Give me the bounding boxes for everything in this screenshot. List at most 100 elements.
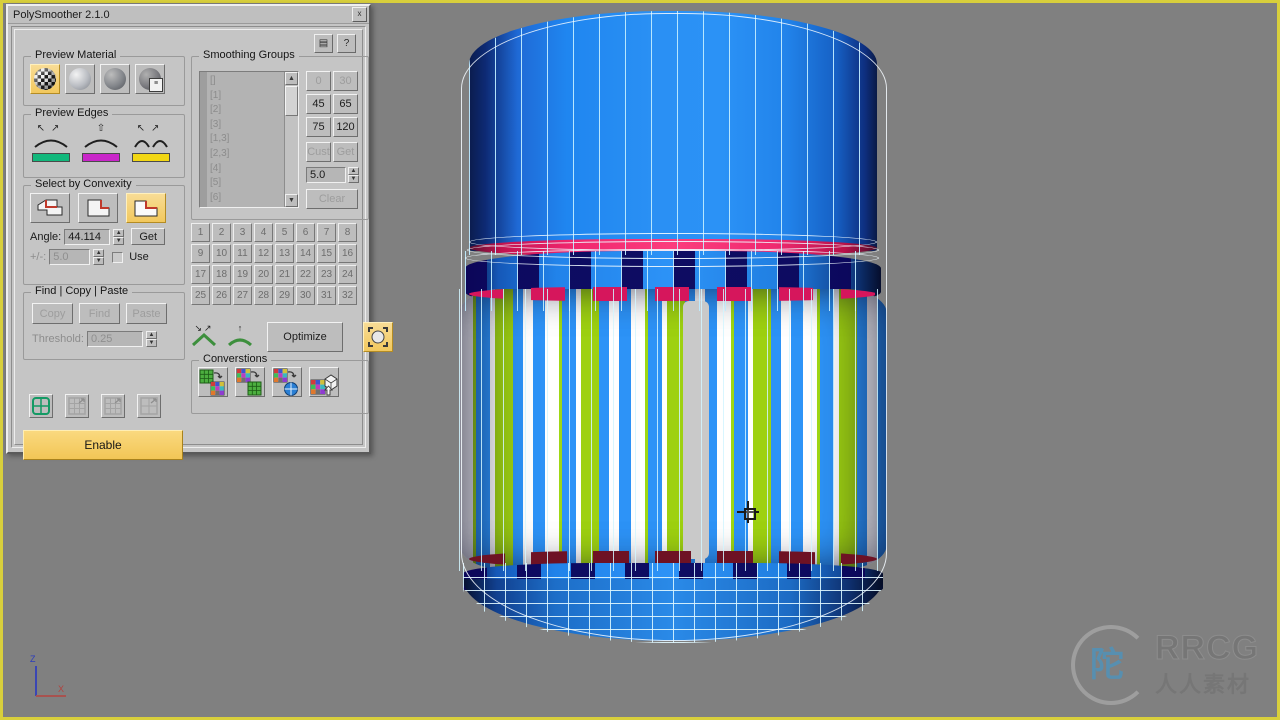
convert-material-to-object-button[interactable] xyxy=(309,367,339,397)
tolerance-input[interactable]: 5.0 xyxy=(49,249,91,265)
sg-cell[interactable]: 19 xyxy=(233,265,252,284)
convert-material-to-map-button[interactable] xyxy=(272,367,302,397)
sg-cell[interactable]: 31 xyxy=(317,286,336,305)
sg-cell[interactable]: 10 xyxy=(212,244,231,263)
preview-edge-concave[interactable]: ↖↗ xyxy=(132,123,170,162)
preset-45-button[interactable]: 45 xyxy=(306,94,331,114)
preview-edge-flat[interactable]: ⇧ xyxy=(82,123,120,162)
sg-get-button[interactable]: Get xyxy=(333,142,358,162)
sg-cell[interactable]: 9 xyxy=(191,244,210,263)
angle-preset-panel: 0 30 45 65 75 120 Cust Get 5.0 ▲ ▼ Clear xyxy=(306,71,359,209)
sg-cell[interactable]: 1 xyxy=(191,223,210,242)
sg-cell[interactable]: 22 xyxy=(296,265,315,284)
flat-color-swatch[interactable] xyxy=(82,153,120,162)
mode-elements-button[interactable] xyxy=(65,394,89,418)
both-corner-icon xyxy=(134,200,158,217)
sg-cell[interactable]: 25 xyxy=(191,286,210,305)
use-checkbox[interactable] xyxy=(112,251,124,263)
dialog-titlebar[interactable]: PolySmoother 2.1.0 x xyxy=(8,6,369,24)
angle-input[interactable]: 44.114 xyxy=(64,228,111,245)
list-scrollbar[interactable]: ▲ ▼ xyxy=(284,72,298,207)
preset-65-button[interactable]: 65 xyxy=(333,94,358,114)
sg-cell[interactable]: 30 xyxy=(296,286,315,305)
threshold-spinner[interactable]: ▲ ▼ xyxy=(145,331,157,347)
lift-smoothing-icon[interactable]: ↑ xyxy=(227,323,253,352)
find-button[interactable]: Find xyxy=(79,303,120,324)
smoothing-groups-label: Smoothing Groups xyxy=(199,49,299,61)
concave-color-swatch[interactable] xyxy=(132,153,170,162)
convert-smoothing-to-material-button[interactable] xyxy=(198,367,228,397)
preset-120-button[interactable]: 120 xyxy=(333,117,358,137)
preview-edge-convex[interactable]: ↖↗ xyxy=(32,123,70,162)
polysmoother-dialog[interactable]: PolySmoother 2.1.0 x ▤ ? Preview Materia… xyxy=(6,4,393,460)
optimize-button[interactable]: Optimize xyxy=(267,322,343,352)
material-checker-button[interactable] xyxy=(30,64,60,94)
smoothing-groups-list[interactable]: [] [1] [2] [3] [1,3] [2,3] [4] [5] [6] ▲… xyxy=(199,71,299,208)
scrollbar-thumb[interactable] xyxy=(285,86,298,116)
sg-cell[interactable]: 18 xyxy=(212,265,231,284)
three-d-model-jar[interactable] xyxy=(455,11,895,643)
sg-value-input[interactable]: 5.0 xyxy=(306,167,346,183)
preset-75-button[interactable]: 75 xyxy=(306,117,331,137)
sg-cell[interactable]: 24 xyxy=(338,265,357,284)
paste-button[interactable]: Paste xyxy=(126,303,167,324)
scroll-up-icon[interactable]: ▲ xyxy=(285,72,298,85)
angle-label: Angle: xyxy=(30,230,62,243)
sg-cell[interactable]: 17 xyxy=(191,265,210,284)
sg-cell[interactable]: 8 xyxy=(338,223,357,242)
enable-button[interactable]: Enable xyxy=(23,430,183,460)
convert-material-to-smoothing-button[interactable] xyxy=(235,367,265,397)
sg-value-spinner[interactable]: ▲ ▼ xyxy=(348,167,359,183)
sg-cell[interactable]: 3 xyxy=(233,223,252,242)
clear-button[interactable]: Clear xyxy=(306,189,358,209)
sg-cell[interactable]: 29 xyxy=(275,286,294,305)
angle-spinner[interactable]: ▲ ▼ xyxy=(113,228,125,245)
convexity-both-button[interactable] xyxy=(126,193,166,223)
sg-cell[interactable]: 11 xyxy=(233,244,252,263)
sg-cell[interactable]: 13 xyxy=(275,244,294,263)
sg-cell[interactable]: 7 xyxy=(317,223,336,242)
convex-color-swatch[interactable] xyxy=(32,153,70,162)
sg-cell[interactable]: 5 xyxy=(275,223,294,242)
sg-cell[interactable]: 28 xyxy=(254,286,273,305)
objects-grid-icon xyxy=(104,397,122,415)
spread-smoothing-icon[interactable]: ↘↗ xyxy=(191,323,217,352)
target-material-button[interactable] xyxy=(363,322,393,352)
sg-cell[interactable]: 27 xyxy=(233,286,252,305)
mode-faces-button[interactable] xyxy=(29,394,53,418)
sg-cell[interactable]: 23 xyxy=(317,265,336,284)
sg-cell[interactable]: 2 xyxy=(212,223,231,242)
tolerance-spinner[interactable]: ▲ ▼ xyxy=(93,249,105,265)
convex-arrows-icon: ↖↗ xyxy=(36,123,66,134)
preset-icon[interactable]: ▤ xyxy=(314,34,333,53)
material-dark-gray-button[interactable] xyxy=(100,64,130,94)
sg-cell[interactable]: 16 xyxy=(338,244,357,263)
angle-get-button[interactable]: Get xyxy=(131,228,166,245)
scroll-down-icon[interactable]: ▼ xyxy=(285,194,298,207)
sg-cell[interactable]: 6 xyxy=(296,223,315,242)
convexity-convex-button[interactable] xyxy=(30,193,70,223)
concave-corner-icon xyxy=(87,199,110,217)
sg-cell[interactable]: 12 xyxy=(254,244,273,263)
dialog-toolbar: ▤ ? xyxy=(314,34,356,53)
sg-cell[interactable]: 21 xyxy=(275,265,294,284)
list-left-gutter xyxy=(200,72,207,207)
sg-cell[interactable]: 4 xyxy=(254,223,273,242)
copy-button[interactable]: Copy xyxy=(32,303,73,324)
preset-0-button[interactable]: 0 xyxy=(306,71,331,91)
help-icon[interactable]: ? xyxy=(337,34,356,53)
threshold-input[interactable]: 0.25 xyxy=(86,331,143,347)
close-icon[interactable]: x xyxy=(352,7,367,22)
mode-objects-button[interactable] xyxy=(101,394,125,418)
sg-cell[interactable]: 26 xyxy=(212,286,231,305)
mode-scene-button[interactable] xyxy=(137,394,161,418)
material-custom-settings-button[interactable]: ≡ xyxy=(135,64,165,94)
sg-cell[interactable]: 20 xyxy=(254,265,273,284)
cust-button[interactable]: Cust xyxy=(306,142,331,162)
material-light-gray-button[interactable] xyxy=(65,64,95,94)
convexity-concave-button[interactable] xyxy=(78,193,118,223)
sg-cell[interactable]: 32 xyxy=(338,286,357,305)
sg-cell[interactable]: 14 xyxy=(296,244,315,263)
preset-30-button[interactable]: 30 xyxy=(333,71,358,91)
sg-cell[interactable]: 15 xyxy=(317,244,336,263)
